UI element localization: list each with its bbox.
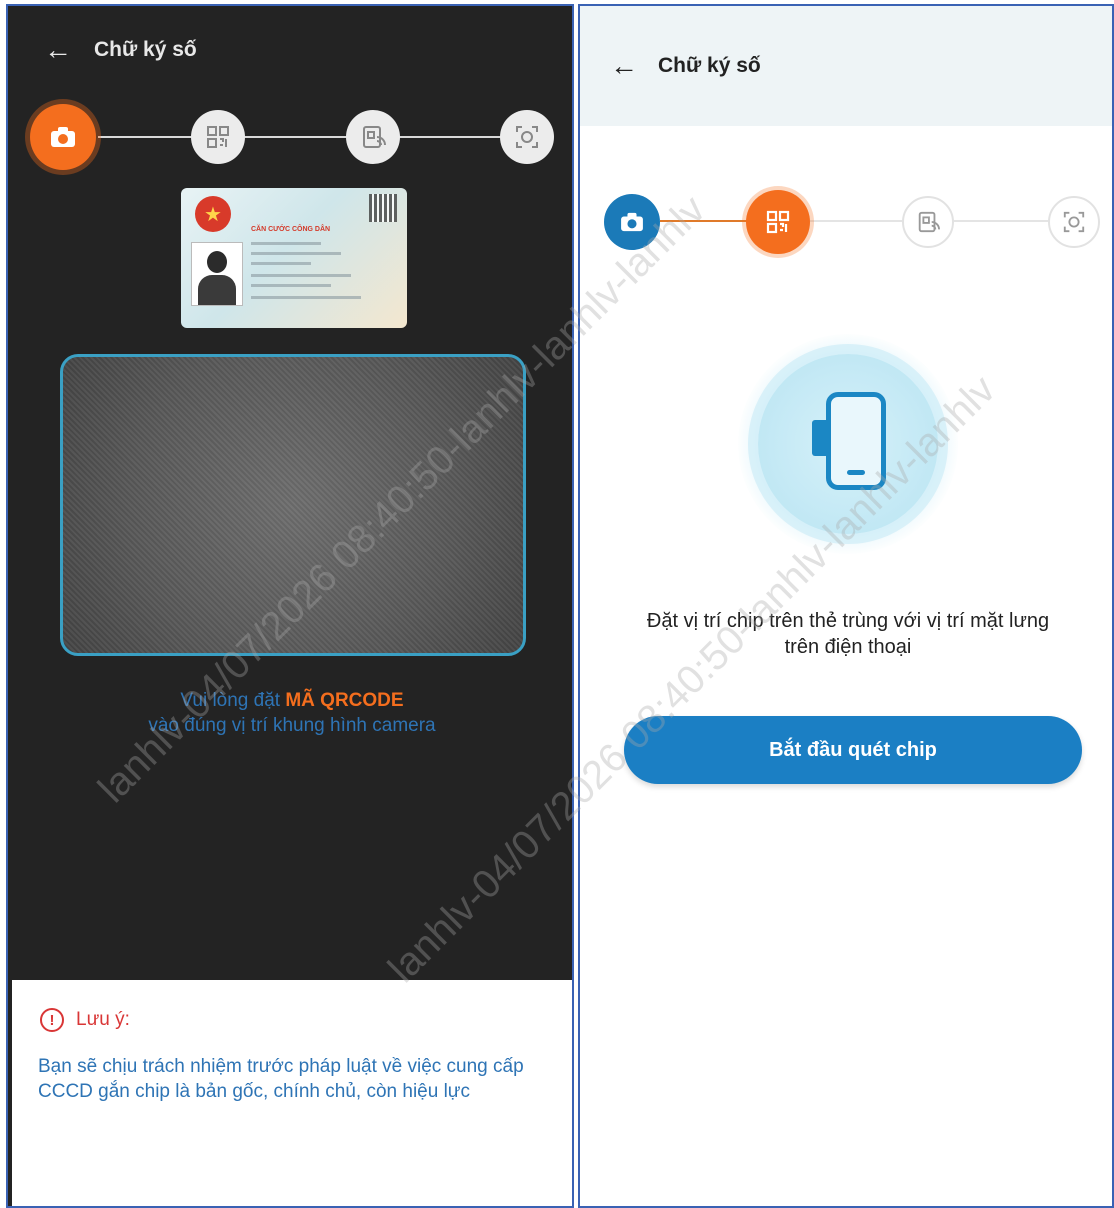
instruction-line-2: vào đúng vị trí khung hình camera xyxy=(148,715,436,736)
card-qr-icon xyxy=(369,194,397,222)
step-camera xyxy=(604,194,660,250)
note-body: Bạn sẽ chịu trách nhiệm trước pháp luật … xyxy=(38,1056,524,1102)
camera-icon xyxy=(51,127,75,147)
stepper-line xyxy=(98,136,538,138)
progress-stepper xyxy=(8,98,572,178)
instruction-highlight: MÃ QRCODE xyxy=(285,690,404,711)
step-qr xyxy=(746,190,810,254)
place-instruction-line-2: trên điện thoại xyxy=(784,636,912,658)
qr-scan-screen: ← Chữ ký số CĂN CƯỚC CÔNG DÂN Vui lòng đ… xyxy=(6,4,574,1208)
face-scan-icon xyxy=(1063,211,1085,233)
progress-stepper xyxy=(580,176,1112,266)
back-arrow-icon[interactable]: ← xyxy=(44,36,72,64)
step-nfc xyxy=(346,110,400,164)
place-instruction-line-1: Đặt vị trí chip trên thẻ trùng với vị tr… xyxy=(646,610,1050,632)
step-face xyxy=(500,110,554,164)
qr-code-icon xyxy=(207,126,229,148)
step-qr xyxy=(191,110,245,164)
app-header: ← Chữ ký số xyxy=(8,6,572,94)
note-title: Lưu ý: xyxy=(76,1009,130,1030)
phone-chip-icon xyxy=(826,392,886,490)
nfc-card-icon xyxy=(918,211,940,233)
instruction-prefix: Vui lòng đặt xyxy=(180,690,281,711)
note-box: ! Lưu ý: Bạn sẽ chịu trách nhiệm trước p… xyxy=(12,980,572,1206)
start-chip-scan-button[interactable]: Bắt đầu quét chip xyxy=(624,716,1082,784)
stepper-line-done xyxy=(660,220,748,222)
exclamation-circle-icon: ! xyxy=(40,1008,64,1032)
page-title: Chữ ký số xyxy=(658,54,761,77)
national-emblem-icon xyxy=(195,196,231,232)
step-camera xyxy=(30,104,96,170)
back-arrow-icon[interactable]: ← xyxy=(610,52,638,80)
portrait-photo xyxy=(191,242,243,306)
card-title: CĂN CƯỚC CÔNG DÂN xyxy=(251,226,331,233)
face-scan-icon xyxy=(516,126,538,148)
instruction-line-1: Vui lòng đặt MÃ QRCODE xyxy=(8,690,572,712)
nfc-card-icon xyxy=(363,126,386,148)
camera-icon xyxy=(621,212,643,232)
note-header: ! Lưu ý: xyxy=(40,1008,130,1032)
chip-scan-screen: ← Chữ ký số Đặt vị trí chip trên thẻ trù… xyxy=(578,4,1114,1208)
qr-code-icon xyxy=(766,210,790,234)
app-header: ← Chữ ký số xyxy=(580,6,1112,126)
page-title: Chữ ký số xyxy=(94,38,197,61)
id-card-sample: CĂN CƯỚC CÔNG DÂN xyxy=(181,188,407,328)
camera-viewfinder xyxy=(60,354,526,656)
step-nfc xyxy=(902,196,954,248)
step-face xyxy=(1048,196,1100,248)
